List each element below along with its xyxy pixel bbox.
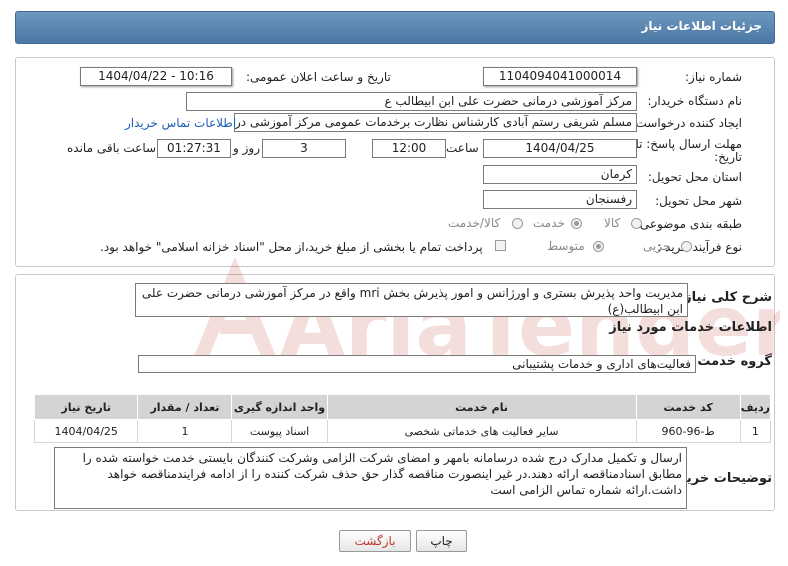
days-field: 3 (262, 139, 346, 158)
col-header-code: کد خدمت (635, 394, 741, 420)
contact-buyer-link[interactable]: اطلاعات تماس خریدار (125, 116, 236, 130)
time-label: ساعت (446, 141, 479, 155)
need-details-panel (15, 57, 775, 267)
print-button[interactable]: چاپ (416, 530, 467, 552)
buyer-org-field: مرکز آموزشی درمانی حضرت علی ابن ابیطالب … (186, 92, 637, 111)
services-table: تاریخ نیاز تعداد / مقدار واحد اندازه گیر… (33, 394, 772, 443)
description-textarea[interactable]: مدیریت واحد پذیرش بستری و اورژانس و امور… (135, 283, 688, 317)
need-number-label: شماره نیاز: (685, 70, 742, 84)
category-label: طبقه بندی موضوعی: (635, 217, 742, 231)
cell-code: ط-96-960 (635, 419, 741, 443)
col-header-name: نام خدمت (326, 394, 637, 420)
process-option-minor: جزیی (643, 239, 671, 253)
remaining-time-field: 01:27:31 (157, 139, 231, 158)
province-label: استان محل تحویل: (647, 170, 742, 184)
need-number-field: 1104094041000014 (483, 67, 637, 86)
deadline-time-field: 12:00 (372, 139, 446, 158)
col-header-unit: واحد اندازه گیری (231, 394, 328, 420)
services-section-title: اطلاعات خدمات مورد نیاز (609, 320, 772, 335)
cell-row: 1 (739, 419, 772, 443)
days-label: روز و (233, 141, 260, 155)
page-title: جزئیات اطلاعات نیاز (641, 19, 762, 33)
category-radio-service[interactable] (571, 218, 582, 229)
category-option-goods-service: کالا/خدمت (448, 216, 501, 230)
deadline-date-field: 1404/04/25 (483, 139, 637, 158)
process-option-medium: متوسط (547, 239, 585, 253)
cell-qty: 1 (137, 419, 233, 443)
city-field: رفسنجان (483, 190, 637, 209)
service-group-field: فعالیت‌های اداری و خدمات پشتیبانی (138, 355, 696, 373)
category-radio-goods-service[interactable] (512, 218, 523, 229)
cell-unit: اسناد پیوست (231, 419, 328, 443)
col-header-date: تاریخ نیاز (33, 394, 139, 420)
col-header-qty: تعداد / مقدار (137, 394, 233, 420)
city-label: شهر محل تحویل: (655, 194, 742, 208)
process-radio-minor[interactable] (681, 241, 692, 252)
announce-label: تاریخ و ساعت اعلان عمومی: (246, 70, 391, 84)
table-row: 1404/04/25 1 اسناد پیوست سایر فعالیت های… (33, 419, 772, 443)
payment-note: پرداخت تمام یا بخشی از مبلغ خرید،از محل … (100, 240, 483, 254)
creator-field: مسلم شریفی رستم آبادی کارشناس نظارت برخد… (234, 113, 637, 132)
back-button[interactable]: بازگشت (339, 530, 411, 552)
col-header-row: ردیف (739, 394, 772, 420)
process-radio-medium[interactable] (593, 241, 604, 252)
province-field: کرمان (483, 165, 637, 184)
buyer-notes-textarea[interactable]: ارسال و تکمیل مدارک درج شده درسامانه بام… (54, 447, 687, 509)
table-header-row: تاریخ نیاز تعداد / مقدار واحد اندازه گیر… (33, 394, 772, 420)
category-option-service: خدمت (533, 216, 565, 230)
creator-label: ایجاد کننده درخواست: (631, 116, 742, 130)
remaining-label: ساعت باقی مانده (67, 141, 157, 155)
announce-value: 1404/04/22 - 10:16 (98, 69, 214, 83)
deadline-label: مهلت ارسال پاسخ: تا (635, 137, 742, 151)
category-radio-goods[interactable] (631, 218, 642, 229)
category-option-goods: کالا (604, 216, 621, 230)
treasury-checkbox[interactable] (495, 240, 506, 251)
deadline-date-label: تاریخ: (714, 150, 742, 164)
announce-field: 1404/04/22 - 10:16 (80, 67, 232, 86)
page-header: جزئیات اطلاعات نیاز (15, 11, 775, 44)
cell-name: سایر فعالیت های خدماتی شخصی (326, 419, 637, 443)
cell-date: 1404/04/25 (33, 419, 139, 443)
service-group-label: گروه خدمت: (692, 354, 772, 369)
buyer-org-label: نام دستگاه خریدار: (647, 94, 743, 108)
description-label: شرح کلی نیاز: (678, 290, 772, 305)
